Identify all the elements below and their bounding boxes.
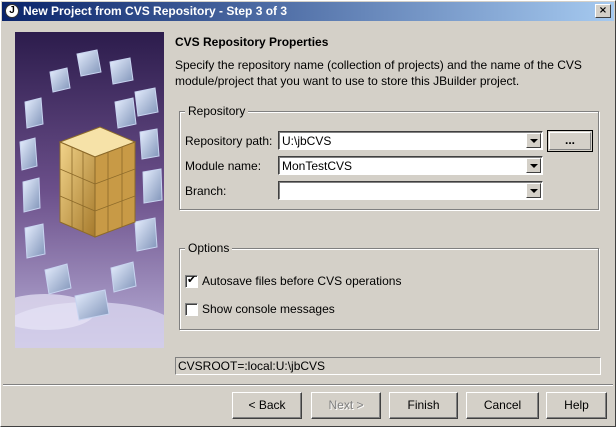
- window-title: New Project from CVS Repository - Step 3…: [23, 4, 288, 18]
- module-name-value: MonTestCVS: [282, 159, 353, 173]
- page-description: Specify the repository name (collection …: [175, 58, 582, 88]
- browse-button-label: ...: [549, 132, 591, 150]
- module-name-combo[interactable]: MonTestCVS: [278, 156, 543, 175]
- wizard-side-image: [15, 32, 164, 348]
- title-bar: J New Project from CVS Repository - Step…: [2, 2, 614, 21]
- repository-path-value: U:\jbCVS: [282, 134, 332, 148]
- jbuilder-icon: J: [5, 4, 19, 18]
- module-name-label: Module name:: [185, 159, 262, 173]
- branch-combo[interactable]: [278, 181, 543, 200]
- cvsroot-text: CVSROOT=:local:U:\jbCVS: [178, 359, 326, 373]
- back-button[interactable]: < Back: [232, 392, 302, 419]
- button-separator: [3, 384, 613, 386]
- page-title: CVS Repository Properties: [175, 35, 329, 49]
- autosave-checkbox[interactable]: ✔: [185, 273, 198, 288]
- browse-button[interactable]: ...: [547, 130, 593, 152]
- help-button[interactable]: Help: [546, 392, 607, 419]
- wizard-window: J New Project from CVS Repository - Step…: [0, 0, 616, 427]
- options-group: Options: [179, 241, 599, 330]
- autosave-label[interactable]: Autosave files before CVS operations: [202, 274, 401, 288]
- cancel-button[interactable]: Cancel: [466, 392, 539, 419]
- next-button: Next >: [311, 392, 381, 419]
- repository-path-combo[interactable]: U:\jbCVS: [278, 131, 543, 150]
- chevron-down-icon[interactable]: [526, 133, 541, 148]
- show-console-checkbox[interactable]: [185, 303, 198, 316]
- finish-button[interactable]: Finish: [389, 392, 458, 419]
- branch-label: Branch:: [185, 184, 227, 198]
- options-group-legend: Options: [185, 241, 233, 255]
- check-icon: ✔: [187, 273, 197, 286]
- close-icon[interactable]: ×: [595, 4, 611, 18]
- show-console-label[interactable]: Show console messages: [202, 302, 335, 316]
- cvsroot-status: CVSROOT=:local:U:\jbCVS: [175, 357, 601, 375]
- chevron-down-icon[interactable]: [526, 183, 541, 198]
- repository-path-label: Repository path:: [185, 134, 273, 148]
- chevron-down-icon[interactable]: [526, 158, 541, 173]
- repository-group-legend: Repository: [185, 104, 249, 118]
